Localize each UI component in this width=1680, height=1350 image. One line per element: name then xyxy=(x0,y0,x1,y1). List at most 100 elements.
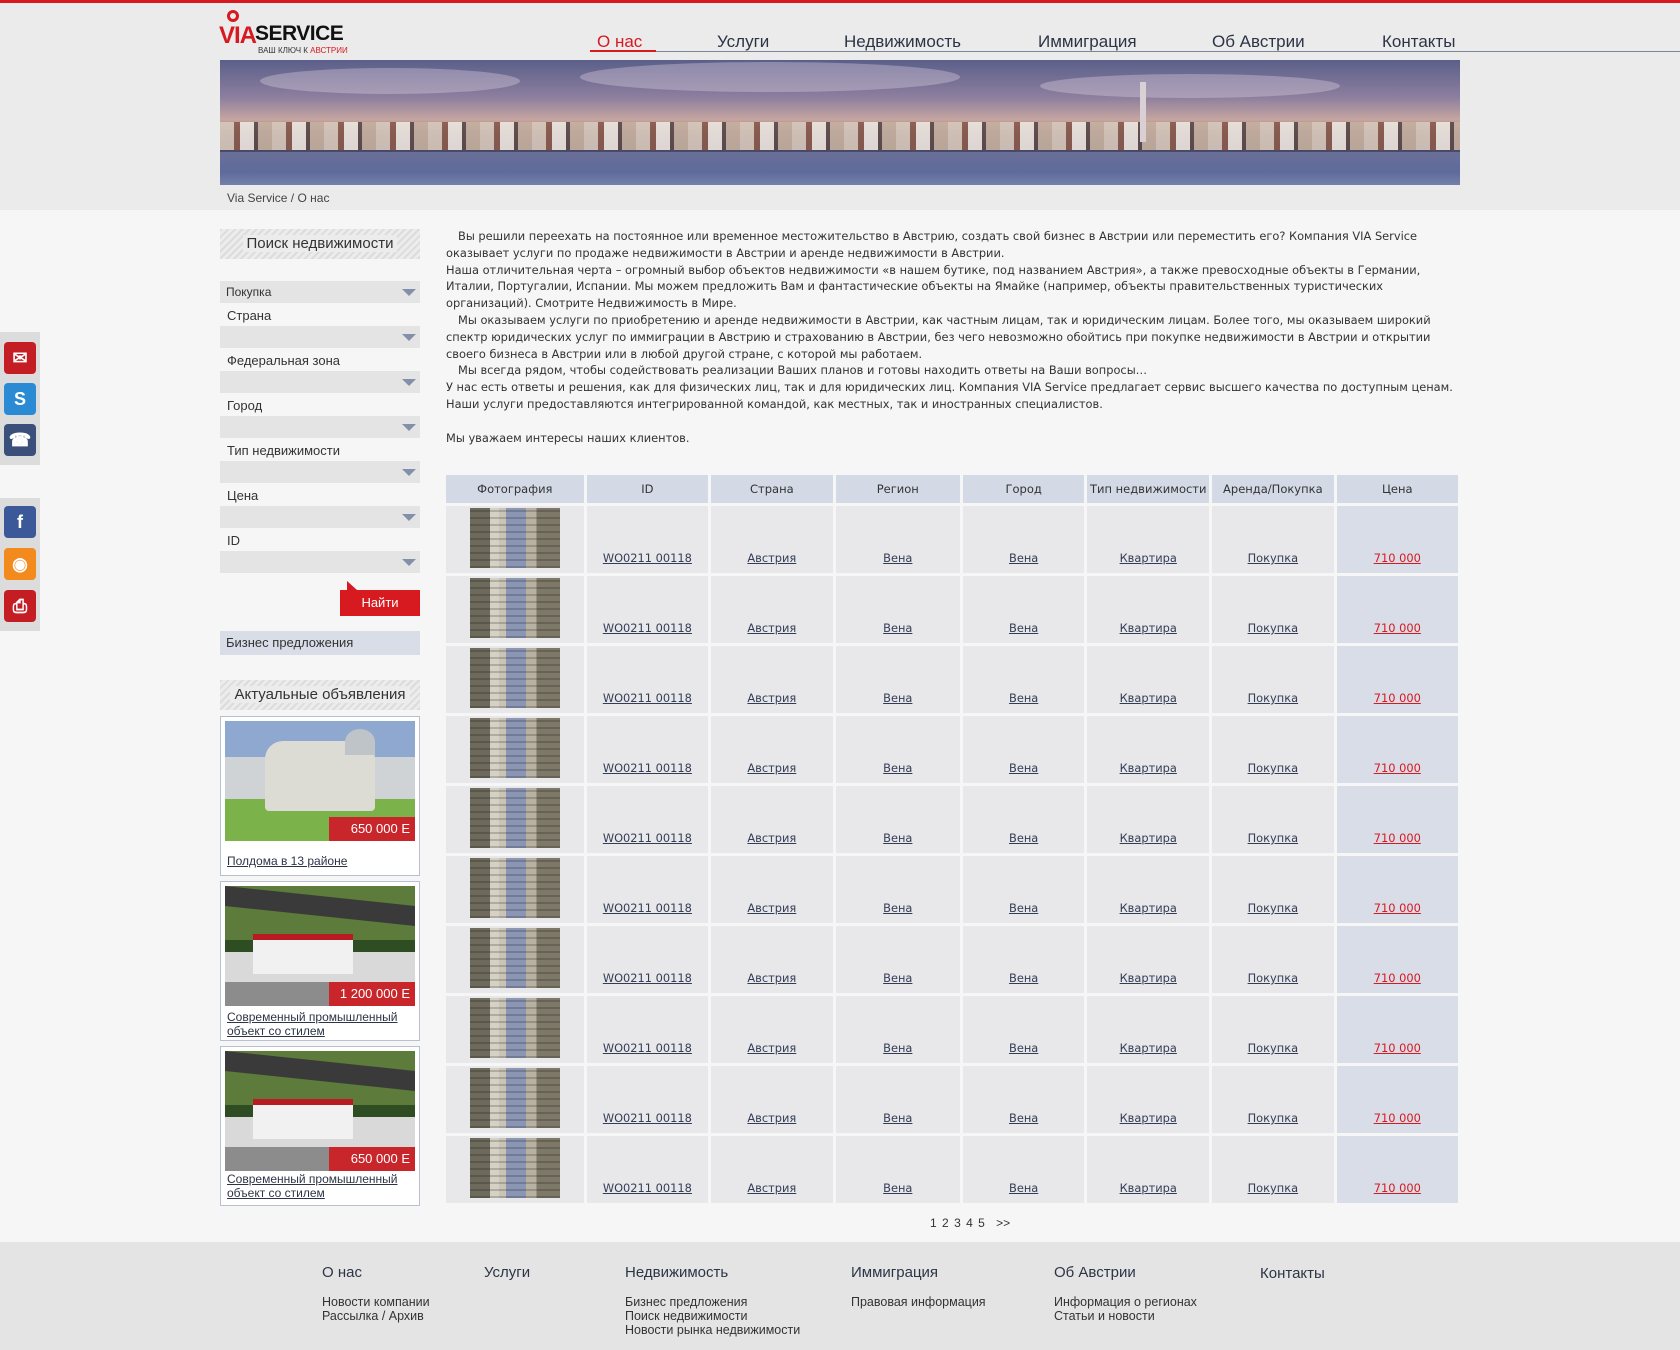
listing-deal-link[interactable]: Покупка xyxy=(1248,971,1298,985)
listing-city-link[interactable]: Вена xyxy=(1009,1111,1038,1125)
listing-deal-link[interactable]: Покупка xyxy=(1248,831,1298,845)
listing-type-link[interactable]: Квартира xyxy=(1120,1181,1177,1195)
ad-title[interactable]: Современный промышленный объект со стиле… xyxy=(227,1010,398,1038)
business-offers-link[interactable]: Бизнес предложения xyxy=(220,631,420,655)
listing-deal-link[interactable]: Покупка xyxy=(1248,761,1298,775)
footer-link[interactable]: Новости рынка недвижимости xyxy=(625,1323,800,1337)
find-button[interactable]: Найти xyxy=(340,581,420,616)
listing-price-link[interactable]: 710 000 xyxy=(1374,1111,1421,1125)
nav-item-about-austria[interactable]: Об Австрии xyxy=(1212,32,1305,52)
listing-id-link[interactable]: WO0211 00118 xyxy=(603,901,692,915)
mail-icon[interactable]: ✉ xyxy=(4,342,36,374)
footer-link[interactable]: Рассылка / Архив xyxy=(322,1309,430,1323)
listing-type-link[interactable]: Квартира xyxy=(1120,901,1177,915)
footer-heading[interactable]: Иммиграция xyxy=(851,1264,986,1281)
page-link[interactable]: 5 xyxy=(978,1216,985,1230)
listing-country-link[interactable]: Австрия xyxy=(747,901,796,915)
footer-heading[interactable]: Об Австрии xyxy=(1054,1264,1197,1281)
listing-price-link[interactable]: 710 000 xyxy=(1374,901,1421,915)
listing-photo[interactable] xyxy=(469,858,560,918)
listing-photo[interactable] xyxy=(469,718,560,778)
listing-country-link[interactable]: Австрия xyxy=(747,971,796,985)
footer-link[interactable]: Поиск недвижимости xyxy=(625,1309,800,1323)
listing-deal-link[interactable]: Покупка xyxy=(1248,1111,1298,1125)
listing-photo[interactable] xyxy=(469,578,560,638)
listing-country-link[interactable]: Австрия xyxy=(747,691,796,705)
listing-country-link[interactable]: Австрия xyxy=(747,761,796,775)
listing-region-link[interactable]: Вена xyxy=(883,691,912,705)
listing-country-link[interactable]: Австрия xyxy=(747,551,796,565)
listing-price-link[interactable]: 710 000 xyxy=(1374,551,1421,565)
listing-country-link[interactable]: Австрия xyxy=(747,621,796,635)
listing-city-link[interactable]: Вена xyxy=(1009,551,1038,565)
country-select[interactable] xyxy=(220,326,420,348)
listing-id-link[interactable]: WO0211 00118 xyxy=(603,691,692,705)
listing-id-link[interactable]: WO0211 00118 xyxy=(603,551,692,565)
listing-region-link[interactable]: Вена xyxy=(883,1041,912,1055)
ad-card[interactable]: 1 200 000 E Современный промышленный объ… xyxy=(220,881,420,1041)
price-select[interactable] xyxy=(220,506,420,528)
listing-country-link[interactable]: Австрия xyxy=(747,1041,796,1055)
listing-region-link[interactable]: Вена xyxy=(883,971,912,985)
footer-link[interactable]: Информация о регионах xyxy=(1054,1295,1197,1309)
listing-id-link[interactable]: WO0211 00118 xyxy=(603,1181,692,1195)
ad-title[interactable]: Полдома в 13 районе xyxy=(227,854,347,868)
listing-photo[interactable] xyxy=(469,788,560,848)
listing-country-link[interactable]: Австрия xyxy=(747,1111,796,1125)
nav-item-services[interactable]: Услуги xyxy=(717,32,769,52)
ad-title[interactable]: Современный промышленный объект со стиле… xyxy=(227,1172,398,1200)
listing-price-link[interactable]: 710 000 xyxy=(1374,831,1421,845)
listing-region-link[interactable]: Вена xyxy=(883,1111,912,1125)
ad-card[interactable]: 650 000 E Современный промышленный объек… xyxy=(220,1046,420,1206)
listing-deal-link[interactable]: Покупка xyxy=(1248,551,1298,565)
nav-item-immigration[interactable]: Иммиграция xyxy=(1038,32,1137,52)
listing-price-link[interactable]: 710 000 xyxy=(1374,1181,1421,1195)
listing-price-link[interactable]: 710 000 xyxy=(1374,621,1421,635)
listing-id-link[interactable]: WO0211 00118 xyxy=(603,831,692,845)
listing-city-link[interactable]: Вена xyxy=(1009,901,1038,915)
listing-region-link[interactable]: Вена xyxy=(883,1181,912,1195)
listing-photo[interactable] xyxy=(469,508,560,568)
listing-country-link[interactable]: Австрия xyxy=(747,1181,796,1195)
listing-city-link[interactable]: Вена xyxy=(1009,831,1038,845)
footer-heading[interactable]: Контакты xyxy=(1260,1265,1325,1282)
ad-card[interactable]: 650 000 E Полдома в 13 районе xyxy=(220,716,420,876)
footer-link[interactable]: Правовая информация xyxy=(851,1295,986,1309)
page-link[interactable]: 1 xyxy=(930,1216,937,1230)
footer-heading[interactable]: Услуги xyxy=(484,1264,530,1281)
listing-deal-link[interactable]: Покупка xyxy=(1248,1041,1298,1055)
listing-id-link[interactable]: WO0211 00118 xyxy=(603,761,692,775)
listing-deal-link[interactable]: Покупка xyxy=(1248,901,1298,915)
listing-photo[interactable] xyxy=(469,998,560,1058)
listing-price-link[interactable]: 710 000 xyxy=(1374,761,1421,775)
page-link[interactable]: 2 xyxy=(942,1216,949,1230)
nav-item-realty[interactable]: Недвижимость xyxy=(844,32,961,52)
listing-price-link[interactable]: 710 000 xyxy=(1374,1041,1421,1055)
id-select[interactable] xyxy=(220,551,420,573)
listing-id-link[interactable]: WO0211 00118 xyxy=(603,1041,692,1055)
listing-region-link[interactable]: Вена xyxy=(883,901,912,915)
listing-photo[interactable] xyxy=(469,928,560,988)
property-type-select[interactable] xyxy=(220,461,420,483)
listing-city-link[interactable]: Вена xyxy=(1009,621,1038,635)
footer-link[interactable]: Бизнес предложения xyxy=(625,1295,800,1309)
logo[interactable]: VIA SERVICE ВАШ КЛЮЧ К АВСТРИИ xyxy=(219,8,349,56)
nav-item-contacts[interactable]: Контакты xyxy=(1382,32,1455,52)
listing-id-link[interactable]: WO0211 00118 xyxy=(603,971,692,985)
listing-photo[interactable] xyxy=(469,1138,560,1198)
page-link[interactable]: 3 xyxy=(954,1216,961,1230)
listing-id-link[interactable]: WO0211 00118 xyxy=(603,621,692,635)
listing-city-link[interactable]: Вена xyxy=(1009,761,1038,775)
phone-icon[interactable]: ☎ xyxy=(4,424,36,456)
facebook-icon[interactable]: f xyxy=(4,506,36,538)
listing-region-link[interactable]: Вена xyxy=(883,831,912,845)
nav-item-about[interactable]: О нас xyxy=(597,32,642,52)
listing-id-link[interactable]: WO0211 00118 xyxy=(603,1111,692,1125)
listing-type-link[interactable]: Квартира xyxy=(1120,621,1177,635)
print-icon[interactable]: ⎙ xyxy=(4,590,36,622)
listing-type-link[interactable]: Квартира xyxy=(1120,691,1177,705)
listing-type-link[interactable]: Квартира xyxy=(1120,551,1177,565)
listing-deal-link[interactable]: Покупка xyxy=(1248,621,1298,635)
listing-deal-link[interactable]: Покупка xyxy=(1248,691,1298,705)
listing-type-link[interactable]: Квартира xyxy=(1120,761,1177,775)
